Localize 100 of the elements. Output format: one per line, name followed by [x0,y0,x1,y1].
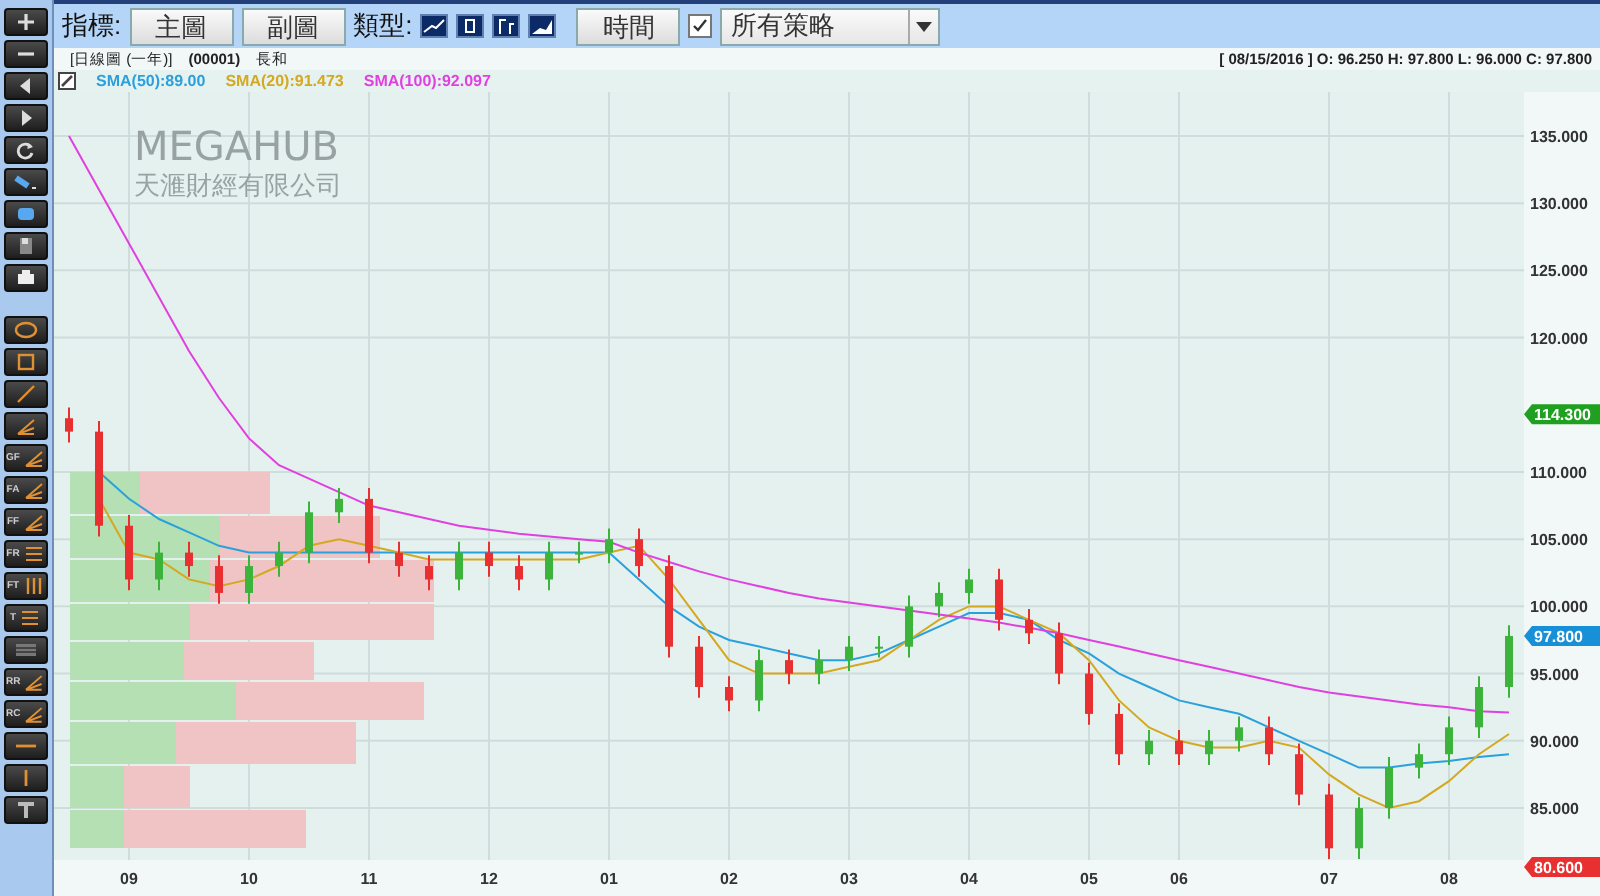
candle [935,581,943,619]
eraser-tool-button[interactable] [4,200,48,228]
caret-icon [916,21,933,31]
candle-type-button[interactable] [456,14,485,38]
candle [785,648,793,686]
plus-icon [14,12,38,32]
indicator-label: 指標: [62,8,122,44]
y-tick-label: 100.000 [1530,598,1588,617]
candle [365,487,373,565]
x-tick-label: 02 [720,870,738,888]
right-tool-button[interactable] [4,104,48,132]
candle [1235,715,1243,753]
line-tool-button[interactable] [4,380,48,408]
candle [1385,755,1393,820]
candle [125,514,133,592]
candle [1445,715,1453,766]
print-tool-button[interactable] [4,264,48,292]
candle [755,648,763,713]
candle [425,554,433,592]
y-tick-label: 120.000 [1530,329,1588,348]
text-tool-icon [14,800,38,820]
time-button[interactable]: 時間 [576,7,681,45]
candle [845,634,853,672]
x-tick-label: 12 [480,870,498,888]
eraser-icon [14,204,38,224]
candle [1205,729,1213,766]
candle [1475,675,1483,740]
candle [575,540,583,565]
type-label: 類型: [353,8,413,44]
line-type-button[interactable] [420,14,449,38]
candle [815,648,823,686]
box-tool-button[interactable] [4,636,48,664]
candle [545,540,553,592]
candle [95,419,103,538]
candle [1415,742,1423,780]
fan-lines-icon [22,672,46,692]
fan-tool-button[interactable] [4,412,48,440]
candle [215,554,223,605]
candle [1505,624,1513,699]
bar-chart-icon [494,16,519,36]
bar-type-button[interactable] [492,14,521,38]
price-tag: 80.600 [1524,857,1600,878]
edit-icon[interactable] [58,72,76,90]
watermark-title: MEGAHUB [134,122,339,170]
vline-tool-button[interactable] [4,764,48,792]
price-tag: 114.300 [1524,404,1600,425]
pen-tool-button[interactable] [4,168,48,196]
x-tick-label: 06 [1170,870,1188,888]
candle [605,527,613,565]
candle [1175,729,1183,766]
candle [185,540,193,578]
save-tool-button[interactable] [4,232,48,260]
sma-legend: SMA(100):92.097 [363,72,491,90]
x-tick-label: 11 [360,870,378,888]
candle [245,554,253,605]
x-tick-label: 09 [120,870,138,888]
candle [665,554,673,659]
candle [65,406,73,444]
candle [695,634,703,699]
sma-legend: SMA(20):91.473 [225,72,344,90]
chart-button[interactable]: 主圖 [129,7,234,45]
vertical-bars-icon [21,576,46,596]
candle [395,540,403,578]
horizontal-lines-icon [18,608,43,628]
strategy-checkbox[interactable] [688,14,713,38]
candle [1085,661,1093,726]
striped-box-icon [14,640,38,660]
left-tool-button[interactable] [4,72,48,100]
candle [485,540,493,578]
x-tick-label: 05 [1080,870,1098,888]
refresh-tool-button[interactable] [4,136,48,164]
candle [1115,702,1123,766]
candle [1025,608,1033,645]
candle [905,594,913,659]
x-tick-label: 04 [960,870,978,888]
fan-lines-icon [21,480,46,500]
sma-legend: SMA(50):89.00 [96,72,206,90]
y-tick-label: 105.000 [1530,531,1588,550]
candle [1055,621,1063,686]
x-tick-label: 07 [1320,870,1338,888]
plus-tool-button[interactable] [4,8,48,36]
y-tick-label: 125.000 [1530,262,1588,281]
hline-tool-button[interactable] [4,732,48,760]
candle [1145,729,1153,766]
text-tool-button[interactable] [4,796,48,824]
strategy-dropdown[interactable]: 所有策略 [720,7,941,45]
y-tick-label: 135.000 [1530,127,1588,146]
minus-tool-button[interactable] [4,40,48,68]
fan-lines-icon [21,512,46,532]
x-tick-label: 08 [1440,870,1458,888]
ellipse-tool-button[interactable] [4,316,48,344]
candle [995,567,1003,632]
horizontal-lines-icon [21,544,46,564]
candle [875,634,883,659]
area-type-button[interactable] [528,14,557,38]
candle [305,500,313,565]
ellipse-icon [14,320,38,340]
rect-tool-button[interactable] [4,348,48,376]
chart-button[interactable]: 副圖 [241,7,346,45]
fan-lines-icon [22,704,46,724]
